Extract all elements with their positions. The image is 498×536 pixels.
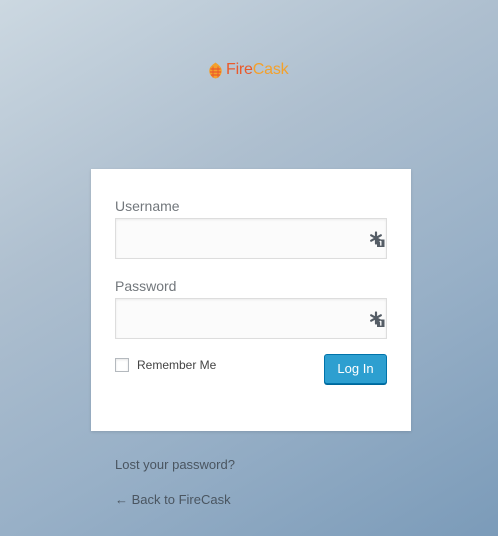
remember-me-label[interactable]: Remember Me bbox=[137, 357, 216, 373]
password-label: Password bbox=[115, 278, 177, 294]
site-logo[interactable]: FireCask bbox=[208, 60, 289, 80]
login-form: Username Password Remember Me Log In bbox=[91, 169, 411, 431]
logo-text-fire: Fire bbox=[226, 61, 253, 78]
logo-text-cask: Cask bbox=[252, 61, 289, 78]
password-manager-icon[interactable] bbox=[369, 231, 385, 247]
password-field-wrapper bbox=[115, 298, 387, 339]
username-field-wrapper bbox=[115, 218, 387, 259]
firecask-logo-icon bbox=[209, 62, 222, 78]
username-input[interactable] bbox=[116, 219, 386, 258]
password-input[interactable] bbox=[116, 299, 386, 338]
login-button[interactable]: Log In bbox=[324, 354, 387, 384]
remember-me-checkbox[interactable] bbox=[115, 358, 129, 372]
remember-me: Remember Me bbox=[115, 357, 216, 373]
username-label: Username bbox=[115, 198, 180, 214]
lost-password-link[interactable]: Lost your password? bbox=[115, 456, 235, 474]
back-to-site-link[interactable]: ← Back to FireCask bbox=[115, 491, 231, 509]
password-manager-icon[interactable] bbox=[369, 311, 385, 327]
